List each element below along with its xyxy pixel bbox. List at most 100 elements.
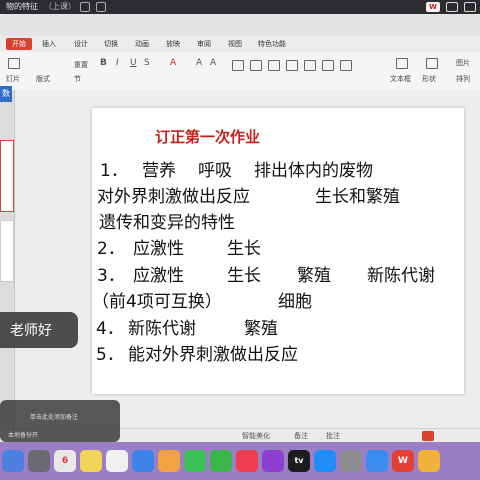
notes-icon[interactable]: [80, 450, 102, 472]
bold-icon[interactable]: B: [100, 58, 107, 68]
wifi-icon[interactable]: [464, 2, 476, 12]
answer-line-8: 5． 能对外界刺激做出反应: [96, 344, 298, 366]
comments-button[interactable]: 批注: [326, 431, 340, 441]
tab-review[interactable]: 审阅: [197, 39, 211, 49]
align-left-icon[interactable]: [232, 60, 244, 71]
shape-button[interactable]: 形状: [422, 74, 436, 84]
answer-term: （前4项可互换）: [92, 292, 222, 312]
shape-icon[interactable]: [426, 58, 438, 69]
speaker-label: 老师好: [0, 312, 78, 348]
picture-button[interactable]: 图片: [456, 58, 470, 68]
justify-icon[interactable]: [286, 60, 298, 71]
app-store-icon[interactable]: [314, 450, 336, 472]
finder-icon[interactable]: [2, 450, 24, 472]
messages-icon[interactable]: [184, 450, 206, 472]
align-right-icon[interactable]: [268, 60, 280, 71]
tab-view[interactable]: 视图: [228, 39, 242, 49]
new-tab-icon[interactable]: [96, 2, 106, 12]
strikethrough-icon[interactable]: S: [144, 58, 150, 68]
document-tab[interactable]: 物的特征 （上课）: [0, 0, 76, 14]
music-icon[interactable]: [236, 450, 258, 472]
system-settings-icon[interactable]: [340, 450, 362, 472]
answer-term: 遗传和变异的特性: [99, 213, 235, 233]
reset-button[interactable]: 重置: [74, 60, 88, 70]
italic-icon[interactable]: I: [116, 58, 119, 68]
arrange-button[interactable]: 排列: [456, 74, 470, 84]
layout-button[interactable]: 版式: [36, 74, 50, 84]
ribbon-toolbar: 灯片 版式 重置 节 B I U S A A A 文本框 形状 图片 排列: [0, 52, 480, 91]
answer-term: 繁殖: [297, 266, 331, 286]
tab-slideshow[interactable]: 放映: [166, 39, 180, 49]
facetime-icon[interactable]: [210, 450, 232, 472]
line-spacing-icon[interactable]: [304, 60, 316, 71]
item-number: 1．: [100, 161, 128, 181]
answer-line-1: 1． 营养 呼吸 排出体内的废物: [100, 160, 373, 182]
new-slide-icon[interactable]: [8, 58, 20, 69]
tab-start[interactable]: 开始: [6, 38, 32, 50]
slide-thumbnail[interactable]: [0, 140, 14, 212]
item-number: 4．: [96, 319, 124, 339]
textbox-button[interactable]: 文本框: [390, 74, 411, 84]
answer-term: 应激性: [133, 239, 184, 259]
window-tab-bar: 物的特征 （上课） W: [0, 0, 480, 14]
app-icon[interactable]: [418, 450, 440, 472]
tab-transition[interactable]: 切换: [104, 39, 118, 49]
slide-thumbnail[interactable]: [0, 220, 14, 282]
wps-menubar-icon[interactable]: W: [426, 2, 440, 12]
answer-line-2: 对外界刺激做出反应 生长和繁殖: [97, 186, 400, 208]
play-slideshow-button[interactable]: [422, 431, 434, 441]
smart-beautify-button[interactable]: 智能美化: [242, 431, 270, 441]
slide[interactable]: 订正第一次作业 1． 营养 呼吸 排出体内的废物 对外界刺激做出反应 生长和繁殖 遗传和…: [92, 108, 464, 394]
item-number: 2．: [97, 239, 125, 259]
answer-term: 营养: [142, 161, 176, 181]
item-number: 5．: [96, 345, 124, 365]
columns-icon[interactable]: [322, 60, 334, 71]
answer-line-5: 3． 应激性 生长 繁殖 新陈代谢: [97, 265, 435, 287]
answer-term: 对外界刺激做出反应: [97, 187, 250, 207]
reminders-icon[interactable]: [106, 450, 128, 472]
answer-line-6: （前4项可互换） 细胞: [92, 291, 312, 313]
indent-icon[interactable]: [340, 60, 352, 71]
calendar-icon[interactable]: 6: [54, 450, 76, 472]
photos-icon[interactable]: [158, 450, 180, 472]
backup-hint: 本地备份开: [8, 432, 39, 439]
xcode-icon[interactable]: [366, 450, 388, 472]
thumbnail-tab[interactable]: 数: [0, 86, 12, 102]
tab-animation[interactable]: 动画: [135, 39, 149, 49]
slide-title: 订正第一次作业: [155, 128, 261, 146]
section-button[interactable]: 节: [74, 74, 81, 84]
quick-access-bar: [0, 14, 480, 36]
wps-office-icon[interactable]: W: [392, 450, 414, 472]
tab-design[interactable]: 设计: [74, 39, 88, 49]
document-tab-status: （上课）: [44, 2, 76, 11]
document-tab-title: 物的特征: [6, 2, 38, 11]
video-overlay-strip: 单击此处添加备注 本地备份开: [0, 400, 120, 442]
textbox-icon[interactable]: [396, 58, 408, 69]
tab-controls: [80, 2, 106, 12]
answer-term: 排出体内的废物: [254, 161, 373, 181]
answer-term: 呼吸: [198, 161, 232, 181]
notes-button[interactable]: 备注: [294, 431, 308, 441]
answer-term: 新陈代谢: [128, 319, 196, 339]
podcasts-icon[interactable]: [262, 450, 284, 472]
dock-apps: 6 tv W: [0, 442, 480, 480]
close-tab-icon[interactable]: [80, 2, 90, 12]
new-slide-label[interactable]: 灯片: [6, 74, 20, 84]
align-center-icon[interactable]: [250, 60, 262, 71]
tab-special-features[interactable]: 特色功能: [258, 39, 286, 49]
tv-icon[interactable]: tv: [288, 450, 310, 472]
tab-insert[interactable]: 插入: [42, 39, 56, 49]
font-size-up-icon[interactable]: A: [196, 58, 202, 68]
battery-icon[interactable]: [446, 2, 458, 12]
item-number: 3．: [97, 266, 125, 286]
speaker-name: 老师好: [10, 323, 52, 339]
font-size-down-icon[interactable]: A: [210, 58, 216, 68]
answer-term: 生长: [227, 239, 261, 259]
underline-icon[interactable]: U: [130, 58, 137, 68]
ribbon-tab-row: 开始 插入 设计 切换 动画 放映 审阅 视图 特色功能: [0, 36, 480, 52]
font-color-icon[interactable]: A: [170, 58, 176, 68]
launchpad-icon[interactable]: [28, 450, 50, 472]
maps-icon[interactable]: [132, 450, 154, 472]
answer-term: 能对外界刺激做出反应: [128, 345, 298, 365]
answer-term: 繁殖: [244, 319, 278, 339]
